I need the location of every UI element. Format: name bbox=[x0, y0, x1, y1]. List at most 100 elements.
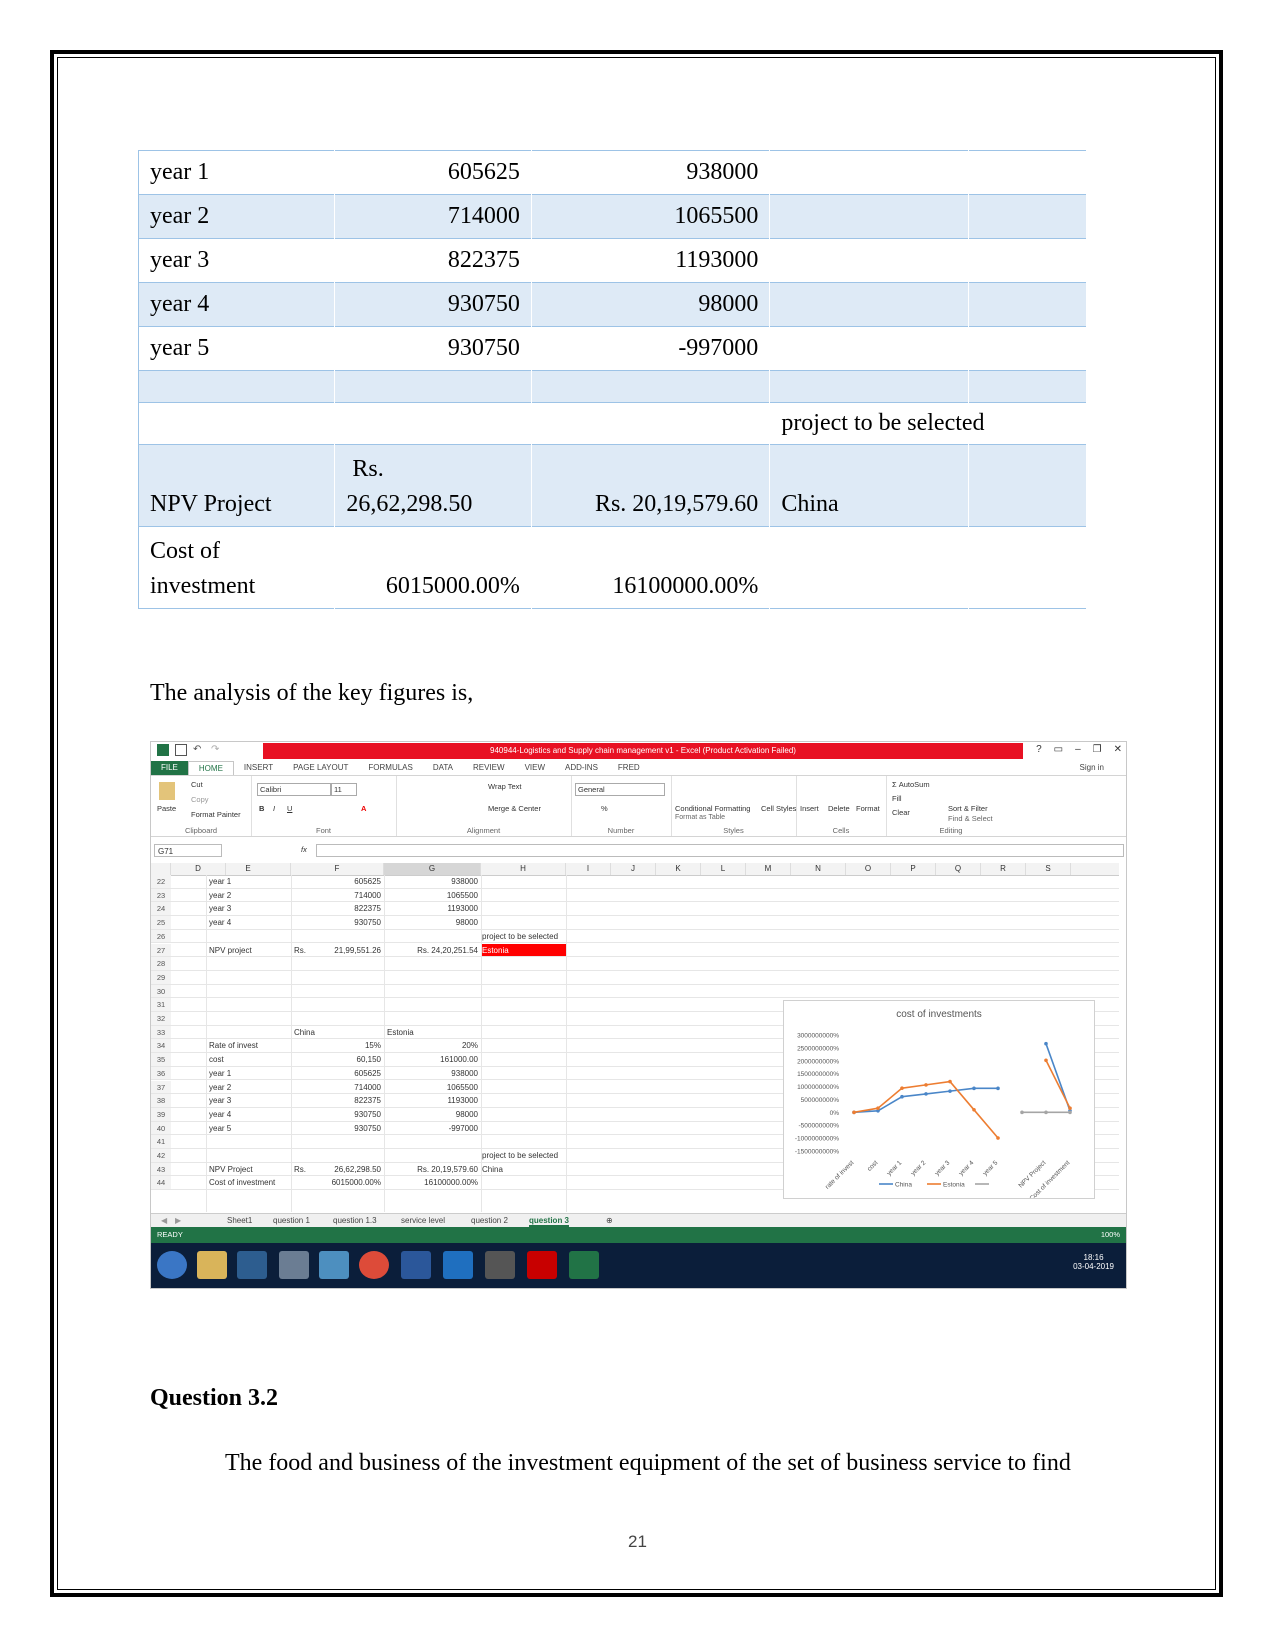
cell[interactable]: year 4 bbox=[209, 916, 291, 929]
help-icon[interactable]: ? bbox=[1036, 744, 1042, 755]
row-number[interactable]: 26 bbox=[151, 929, 171, 943]
col-header[interactable]: I bbox=[566, 863, 611, 875]
cell[interactable]: year 3 bbox=[209, 902, 291, 915]
cell[interactable]: year 1 bbox=[209, 875, 291, 888]
cell[interactable]: 1065500 bbox=[384, 1081, 478, 1094]
tab-review[interactable]: REVIEW bbox=[463, 761, 515, 775]
sign-in-link[interactable]: Sign in bbox=[1070, 761, 1126, 775]
format-table-button[interactable]: Format as Table bbox=[675, 814, 725, 821]
cell[interactable]: 714000 bbox=[291, 1081, 381, 1094]
cell[interactable]: Estonia bbox=[387, 1026, 467, 1039]
tab-home[interactable]: HOME bbox=[187, 761, 234, 775]
sort-filter-button[interactable]: Sort & Filter bbox=[948, 804, 988, 813]
col-header[interactable]: N bbox=[791, 863, 846, 875]
merge-center-button[interactable]: Merge & Center bbox=[488, 804, 541, 813]
cell[interactable]: 1193000 bbox=[384, 902, 478, 915]
cell[interactable]: year 2 bbox=[209, 889, 291, 902]
cell[interactable]: 20% bbox=[384, 1039, 478, 1052]
cell[interactable]: 930750 bbox=[291, 1122, 381, 1135]
autosum-button[interactable]: Σ AutoSum bbox=[892, 780, 930, 789]
font-color-button[interactable]: A bbox=[361, 804, 366, 813]
sheet-row[interactable]: 28 bbox=[151, 957, 1119, 971]
cell[interactable]: year 1 bbox=[209, 1067, 291, 1080]
cell[interactable]: year 3 bbox=[209, 1094, 291, 1107]
cell[interactable]: Rs. 24,20,251.54 bbox=[384, 944, 478, 957]
cell[interactable]: 605625 bbox=[291, 1067, 381, 1080]
data-point[interactable] bbox=[1044, 1110, 1048, 1115]
minimize-icon[interactable]: – bbox=[1075, 744, 1081, 755]
conditional-formatting-button[interactable]: Conditional Formatting bbox=[675, 804, 750, 813]
row-number[interactable]: 33 bbox=[151, 1025, 171, 1039]
cell[interactable]: 26,62,298.50 bbox=[291, 1163, 381, 1176]
row-number[interactable]: 24 bbox=[151, 902, 171, 916]
sheet-tab[interactable]: question 1 bbox=[273, 1216, 310, 1225]
paste-button[interactable]: Paste bbox=[157, 804, 176, 813]
col-header[interactable]: M bbox=[746, 863, 791, 875]
formula-input[interactable] bbox=[316, 844, 1124, 857]
sheet-row[interactable]: 23 year 2 714000 1065500 bbox=[151, 888, 1119, 903]
cell[interactable]: 15% bbox=[291, 1039, 381, 1052]
cell[interactable]: 21,99,551.26 bbox=[291, 944, 381, 957]
col-header[interactable]: H bbox=[481, 863, 566, 875]
data-point[interactable] bbox=[996, 1086, 1000, 1091]
data-point[interactable] bbox=[1068, 1110, 1072, 1115]
delete-cells-button[interactable]: Delete bbox=[828, 804, 850, 813]
redo-icon[interactable]: ↷ bbox=[211, 744, 223, 756]
data-point[interactable] bbox=[948, 1089, 952, 1093]
col-header[interactable]: P bbox=[891, 863, 936, 875]
row-number[interactable]: 40 bbox=[151, 1121, 171, 1135]
tab-view[interactable]: VIEW bbox=[515, 761, 555, 775]
chrome-icon[interactable] bbox=[359, 1251, 389, 1279]
cell[interactable]: cost bbox=[209, 1053, 291, 1066]
row-number[interactable]: 29 bbox=[151, 970, 171, 984]
row-number[interactable]: 37 bbox=[151, 1080, 171, 1094]
media-player-icon[interactable] bbox=[237, 1251, 267, 1279]
undo-icon[interactable]: ↶ bbox=[193, 744, 205, 756]
number-format-select[interactable]: General bbox=[575, 783, 665, 796]
insert-cells-button[interactable]: Insert bbox=[800, 804, 819, 813]
row-number[interactable]: 25 bbox=[151, 916, 171, 929]
wrap-text-button[interactable]: Wrap Text bbox=[488, 782, 522, 791]
row-number[interactable]: 34 bbox=[151, 1039, 171, 1053]
cell[interactable]: China bbox=[482, 1163, 566, 1176]
find-select-button[interactable]: Find & Select bbox=[948, 814, 993, 823]
cell[interactable]: 161000.00 bbox=[384, 1053, 478, 1066]
cell[interactable]: -997000 bbox=[384, 1122, 478, 1135]
row-number[interactable]: 41 bbox=[151, 1135, 171, 1148]
data-point[interactable] bbox=[1044, 1058, 1048, 1063]
copy-button[interactable]: Copy bbox=[191, 795, 209, 804]
cell[interactable]: 930750 bbox=[291, 1108, 381, 1121]
cell-styles-button[interactable]: Cell Styles bbox=[761, 804, 796, 813]
data-point[interactable] bbox=[1068, 1106, 1072, 1110]
row-number[interactable]: 39 bbox=[151, 1107, 171, 1121]
tools-icon[interactable] bbox=[279, 1251, 309, 1279]
data-point[interactable] bbox=[900, 1086, 904, 1090]
ribbon-display-icon[interactable]: ▭ bbox=[1054, 744, 1063, 755]
col-header[interactable]: K bbox=[656, 863, 701, 875]
col-header[interactable]: F bbox=[291, 863, 384, 875]
data-point[interactable] bbox=[876, 1106, 880, 1110]
k7-icon[interactable] bbox=[485, 1251, 515, 1279]
close-icon[interactable]: ✕ bbox=[1114, 744, 1122, 755]
row-number[interactable]: 30 bbox=[151, 984, 171, 998]
data-point[interactable] bbox=[948, 1079, 952, 1084]
cell[interactable]: year 2 bbox=[209, 1081, 291, 1094]
format-cells-button[interactable]: Format bbox=[856, 804, 880, 813]
sheet-tab-active[interactable]: question 3 bbox=[529, 1216, 570, 1227]
col-header[interactable]: L bbox=[701, 863, 746, 875]
col-header[interactable]: E bbox=[206, 863, 291, 875]
data-point[interactable] bbox=[900, 1094, 904, 1099]
sheet-row[interactable]: 29 bbox=[151, 970, 1119, 985]
data-point[interactable] bbox=[972, 1108, 976, 1112]
sheet-tab[interactable]: service level bbox=[401, 1216, 445, 1225]
sheet-tab[interactable]: question 2 bbox=[471, 1216, 508, 1225]
cell[interactable]: 1193000 bbox=[384, 1094, 478, 1107]
sheet-tab[interactable]: question 1.3 bbox=[333, 1216, 377, 1225]
cell[interactable]: project to be selected bbox=[482, 1149, 566, 1162]
scroll-left-icon[interactable]: ◀ bbox=[161, 1216, 167, 1225]
clear-button[interactable]: Clear bbox=[892, 808, 910, 817]
cell[interactable]: year 4 bbox=[209, 1108, 291, 1121]
cell[interactable]: NPV project bbox=[209, 944, 291, 957]
file-explorer-icon[interactable] bbox=[197, 1251, 227, 1279]
cell[interactable]: 6015000.00% bbox=[291, 1176, 381, 1189]
